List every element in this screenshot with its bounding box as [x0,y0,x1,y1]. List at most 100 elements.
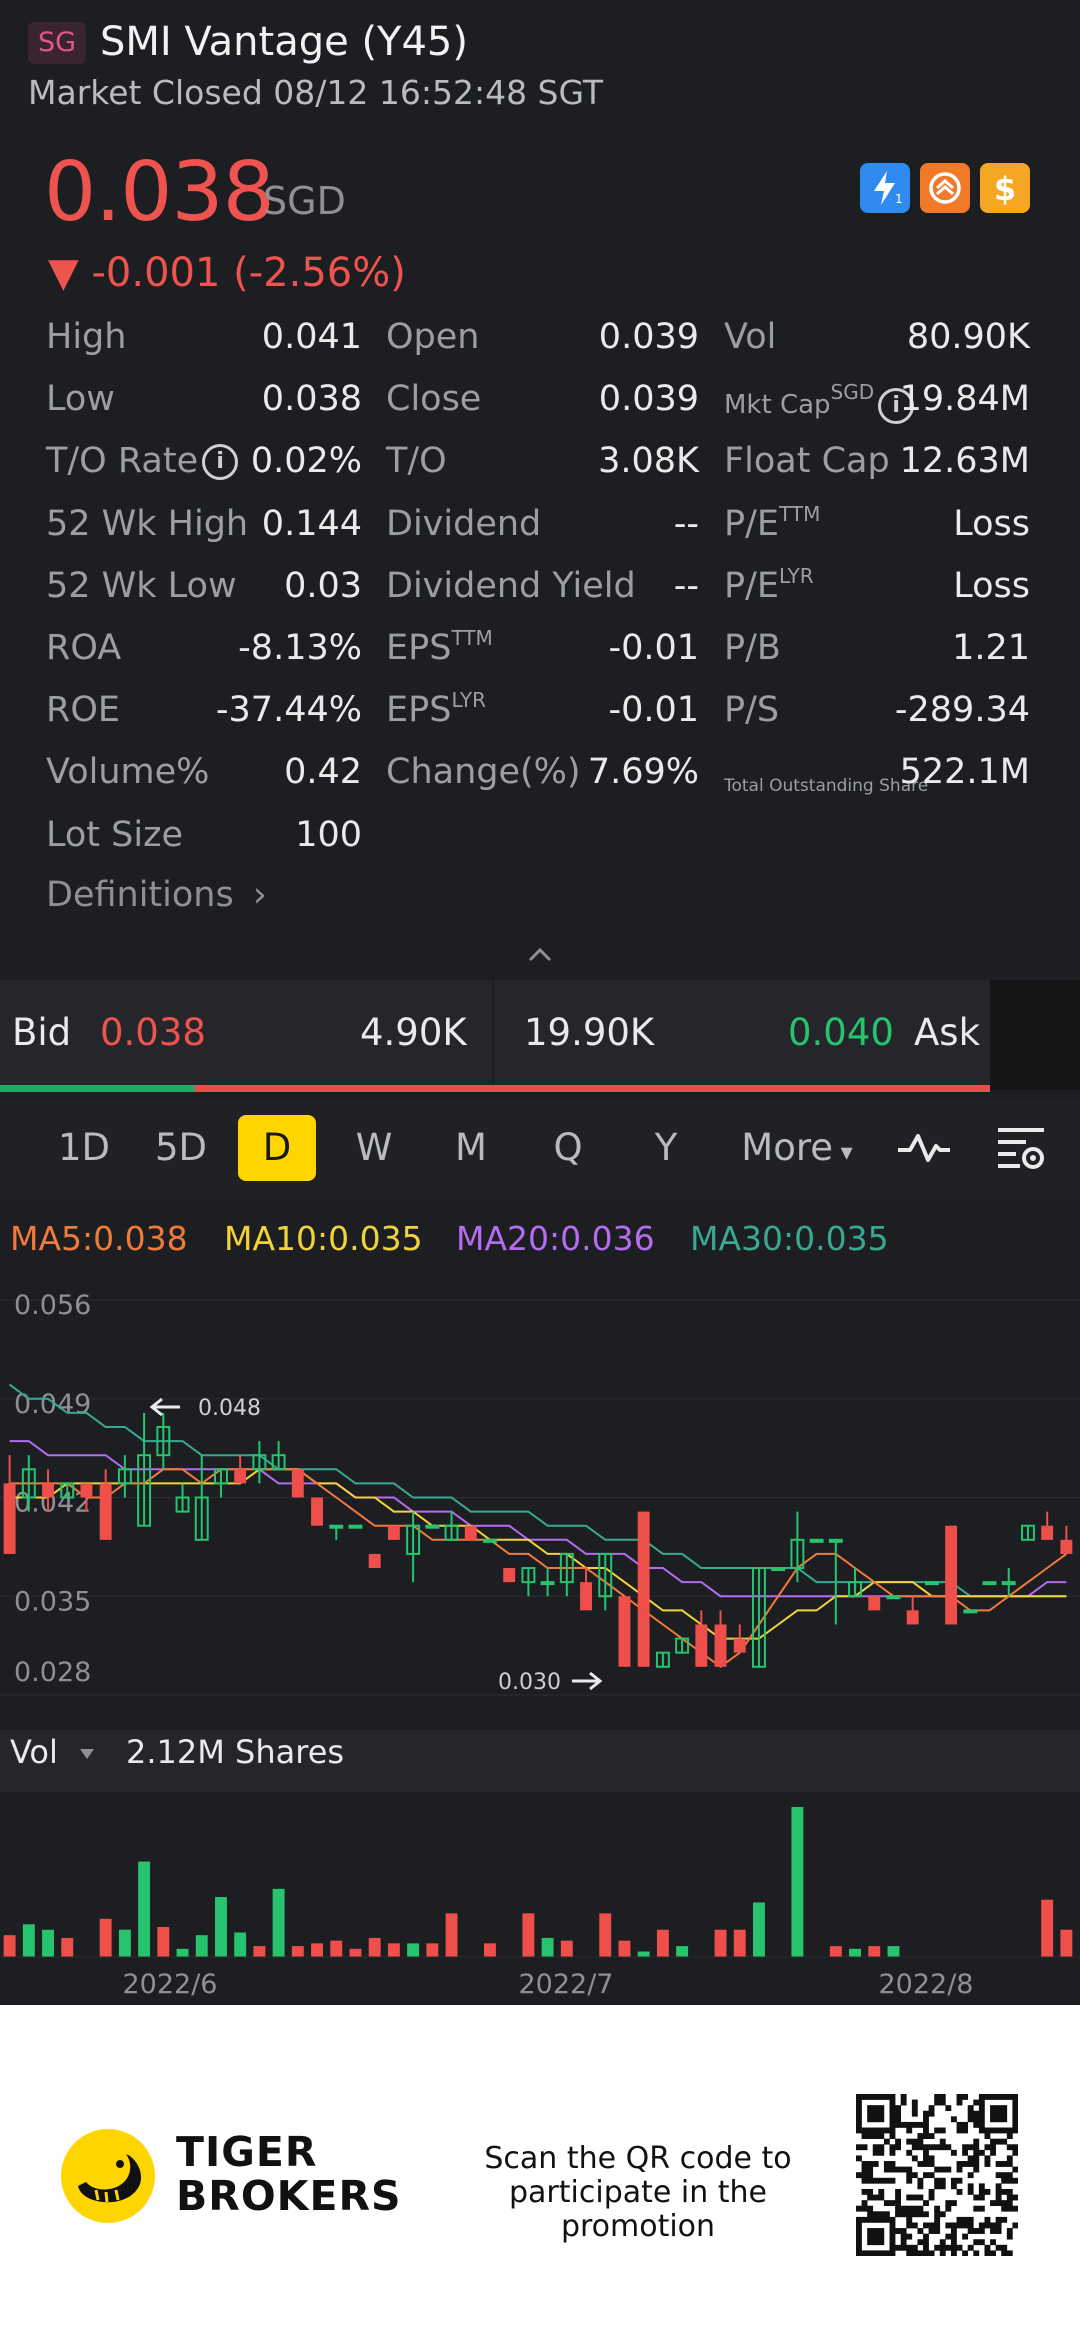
chart-settings-icon[interactable] [996,1124,1048,1172]
stat-value: -0.01 [608,690,699,731]
candle-body [886,1595,901,1600]
volume-bar [61,1937,74,1957]
period-tab-m[interactable]: M [426,1115,516,1181]
stat-label: Open [386,314,479,360]
qr-module [900,2244,907,2251]
qr-module [962,2127,969,2134]
volume-bar [599,1913,612,1957]
qr-module [856,2110,862,2117]
qr-module [872,2216,879,2223]
y-tick-label: 0.056 [14,1290,91,1321]
stat-label: P/B [724,625,781,671]
dollar-icon[interactable]: $ [980,163,1030,213]
qr-module [911,2211,918,2218]
qr-module [995,2105,1002,2112]
qr-module [984,2127,991,2134]
period-tab-d[interactable]: D [238,1115,316,1181]
qr-module [995,2127,1002,2134]
qr-module [923,2244,929,2251]
qr-module [973,2228,980,2234]
qr-module [883,2094,890,2100]
qr-module [1006,2228,1013,2234]
qr-module [995,2116,1002,2123]
qr-module [928,2161,935,2167]
collapse-chevron-icon[interactable] [522,940,558,970]
indicator-icon[interactable] [896,1128,952,1168]
qr-module [906,2211,913,2218]
period-tab-y[interactable]: Y [621,1115,711,1181]
volume-bar [887,1946,900,1957]
swap-icon[interactable] [920,163,970,213]
qr-module [872,2233,879,2240]
qr-module [934,2183,941,2190]
qr-module [956,2188,963,2195]
qr-module [978,2099,985,2106]
qr-module [956,2094,963,2100]
qr-module [867,2110,874,2117]
qr-module [895,2105,901,2112]
qr-module [939,2099,946,2106]
qr-module [883,2166,890,2173]
qr-module [861,2166,868,2173]
candle-body [464,1525,477,1540]
ma30-line [9,1383,1067,1598]
qr-module [861,2127,868,2134]
volume-bar [157,1927,170,1957]
stat-label: High [46,314,126,360]
qr-module [950,2183,957,2190]
qr-module [945,2244,952,2251]
qr-module [889,2216,896,2223]
stat-label: Close [386,376,481,422]
qr-module [984,2094,991,2100]
qr-module [950,2116,957,2123]
stat-label-superscript: SGD [830,380,875,405]
definitions-link[interactable]: Definitions › [46,872,267,918]
period-tab-q[interactable]: Q [523,1115,613,1181]
qr-module [1001,2105,1008,2112]
price-change: ▼ -0.001 (-2.56%) [48,250,406,296]
qr-module [990,2127,996,2134]
stat-label: P/ETTM [724,501,820,551]
qr-module [923,2116,929,2123]
period-tab-1d[interactable]: 1D [39,1115,129,1181]
qr-module [895,2200,901,2207]
qr-module [872,2239,879,2246]
qr-module [883,2177,890,2184]
qr-module [861,2216,868,2223]
chevron-right-icon: › [252,875,267,915]
qr-module [967,2105,974,2112]
qr-module [1012,2205,1019,2212]
lightning-icon[interactable]: 1 [860,163,910,213]
period-tab-more[interactable]: More ▾ [732,1115,862,1181]
qr-module [984,2144,991,2151]
volume-label: Vol [10,1733,58,1771]
volume-bar [387,1943,400,1957]
qr-module [973,2250,980,2257]
qr-module [978,2116,985,2123]
qr-module [939,2144,946,2151]
qr-module [950,2177,957,2184]
qr-module [934,2244,941,2251]
volume-bar [1041,1899,1054,1957]
y-tick-label: 0.049 [14,1389,91,1420]
volume-bar [234,1932,247,1957]
qr-module [867,2205,874,2212]
qr-module [945,2105,952,2112]
qr-module [861,2200,868,2207]
qr-module [1001,2094,1008,2100]
period-tab-w[interactable]: W [329,1115,419,1181]
period-tab-5d[interactable]: 5D [136,1115,226,1181]
candle-body [906,1610,919,1625]
qr-module [861,2250,868,2257]
qr-module [889,2166,896,2173]
qr-module [878,2144,885,2151]
info-icon[interactable]: i [202,444,239,481]
tiger-brokers-logo-icon [60,2128,156,2224]
stat-value: -37.44% [215,690,362,731]
candlestick-chart[interactable]: 0.056 0.049 0.042 0.035 0.028 0.048 0.030 Vol 2.… [0,1275,1080,2005]
qr-module [861,2177,868,2184]
qr-module [1006,2133,1013,2139]
qr-module [911,2105,918,2112]
qr-module [856,2144,862,2151]
qr-module [895,2166,901,2173]
